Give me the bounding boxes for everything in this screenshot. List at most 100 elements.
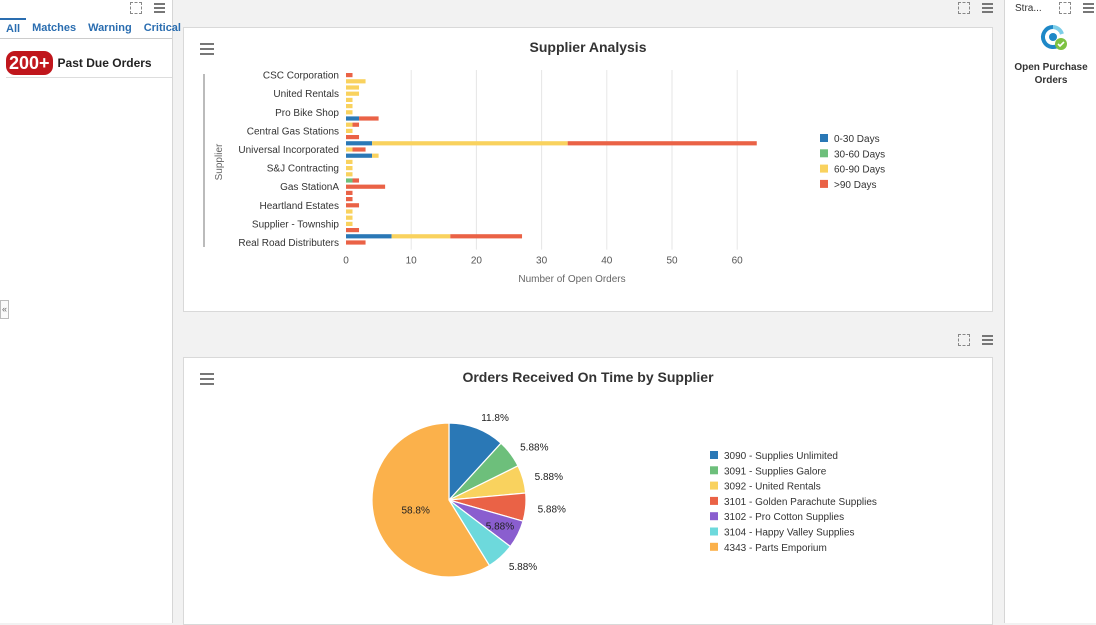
alert-filter-tabs: All Matches Warning Critical — [0, 18, 181, 39]
legend-swatch — [710, 466, 718, 475]
legend-swatch — [820, 134, 828, 142]
x-tick-label: 20 — [471, 256, 483, 267]
legend-label: 30-60 Days — [834, 149, 885, 160]
x-tick-label: 0 — [343, 256, 349, 267]
right-panel-toolbar — [1059, 0, 1095, 14]
maximize-icon[interactable] — [958, 334, 970, 346]
supplier-analysis-chart: 0 10 20 30 40 50 60 CSC Corporation United Renta… — [203, 70, 885, 285]
legend-swatch — [820, 149, 828, 158]
alert-item-past-due-orders[interactable]: 200+ Past Due Orders — [6, 49, 172, 78]
tab-matches[interactable]: Matches — [26, 18, 82, 38]
bar-segment — [352, 122, 360, 127]
bar-segment — [346, 153, 373, 158]
maximize-icon[interactable] — [130, 2, 142, 14]
bar-segment — [346, 104, 353, 109]
x-tick-label: 40 — [601, 256, 613, 267]
legend-label: 0-30 Days — [834, 134, 880, 145]
alerts-panel: All Matches Warning Critical 200+ Past D… — [0, 0, 181, 623]
pie-data-label: 5.88% — [509, 562, 537, 573]
y-tick-label: Gas StationA — [280, 182, 339, 193]
bar-segment — [352, 178, 360, 183]
bar-segment — [346, 147, 353, 152]
legend-label: 3092 - United Rentals — [724, 482, 821, 493]
collapse-left-panel-icon[interactable]: « — [0, 300, 9, 319]
x-axis-title: Number of Open Orders — [518, 274, 625, 285]
bar-segment — [346, 215, 353, 220]
pie-data-label: 5.88% — [538, 504, 566, 515]
bar-segment — [346, 190, 353, 195]
open-purchase-orders-link[interactable]: Open Purchase Orders — [1005, 61, 1096, 87]
bar-segment — [346, 141, 373, 146]
bar-segment — [359, 116, 379, 121]
legend-label: 3102 - Pro Cotton Supplies — [724, 512, 844, 523]
bar-segment — [346, 85, 360, 90]
legend-swatch — [710, 451, 718, 459]
y-tick-label: Pro Bike Shop — [275, 108, 339, 119]
bar-segment — [346, 234, 392, 239]
bar-segment — [346, 172, 353, 177]
bar-segment — [346, 128, 353, 133]
legend-swatch — [820, 179, 828, 188]
pie-data-label: 11.8% — [481, 413, 509, 424]
bar-segment — [346, 79, 366, 84]
bar-segment — [346, 221, 353, 226]
y-tick-label: S&J Contracting — [267, 164, 339, 175]
tab-critical[interactable]: Critical — [138, 18, 187, 38]
legend-swatch — [710, 542, 718, 551]
supplier-analysis-card: Supplier Analysis 0 10 20 30 40 50 60 CSC Corpo… — [183, 27, 993, 312]
legend-swatch — [710, 527, 718, 536]
legend-label: 3091 - Supplies Galore — [724, 466, 827, 477]
pie-data-label: 5.88% — [535, 472, 563, 483]
y-tick-label: Universal Incorporated — [238, 145, 339, 156]
panel-menu-icon[interactable] — [982, 334, 994, 346]
panel-menu-icon[interactable] — [1083, 2, 1095, 14]
pie-data-label: 5.88% — [520, 443, 548, 454]
bar-segment — [346, 197, 353, 202]
bar-segment — [372, 141, 568, 146]
bar-segment — [346, 178, 353, 183]
top-panel-toolbar — [958, 0, 994, 18]
x-tick-label: 30 — [536, 256, 548, 267]
bar-segment — [346, 228, 360, 233]
bar-segment — [346, 159, 353, 164]
tab-warning[interactable]: Warning — [82, 18, 138, 38]
legend-swatch — [710, 496, 718, 505]
maximize-icon[interactable] — [958, 2, 970, 14]
x-tick-label: 60 — [732, 256, 744, 267]
y-tick-label: Heartland Estates — [260, 201, 340, 212]
y-tick-label: Real Road Distributers — [238, 238, 339, 249]
legend-swatch — [820, 164, 828, 173]
legend-label: 60-90 Days — [834, 165, 885, 176]
bar-segment — [346, 73, 353, 78]
bar-segment — [346, 184, 386, 189]
legend-label: >90 Days — [834, 180, 877, 191]
bar-segment — [346, 135, 360, 140]
orders-on-time-chart: 11.8%5.88%5.88%5.88%5.88%5.88%58.8%3090 … — [371, 413, 877, 578]
legend-label: 3104 - Happy Valley Supplies — [724, 528, 854, 539]
y-axis-title: Supplier — [214, 143, 225, 180]
panel-title: Stra... — [1015, 3, 1042, 14]
bar-segment — [346, 116, 360, 121]
panel-menu-icon[interactable] — [154, 2, 166, 14]
y-tick-label: Central Gas Stations — [247, 126, 339, 137]
bottom-panel-toolbar — [958, 332, 994, 350]
y-tick-label: CSC Corporation — [263, 71, 339, 82]
bar-segment — [391, 234, 451, 239]
open-purchase-orders-icon[interactable] — [1039, 24, 1069, 52]
maximize-icon[interactable] — [1059, 2, 1071, 14]
orders-on-time-card: Orders Received On Time by Supplier 11.8… — [183, 357, 993, 625]
legend-swatch — [710, 481, 718, 490]
bar-segment — [372, 153, 379, 158]
legend-label: 4343 - Parts Emporium — [724, 543, 827, 554]
x-tick-label: 50 — [666, 256, 678, 267]
x-tick-label: 10 — [406, 256, 418, 267]
panel-menu-icon[interactable] — [982, 2, 994, 14]
pie-data-label: 58.8% — [401, 505, 429, 516]
bar-segment — [346, 110, 353, 115]
bar-segment — [346, 122, 353, 127]
bar-segment — [450, 234, 523, 239]
bar-segment — [346, 166, 353, 171]
springboard-panel: Stra... Open Purchase Orders — [1004, 0, 1096, 623]
bar-segment — [346, 203, 360, 208]
tab-all[interactable]: All — [0, 18, 27, 38]
